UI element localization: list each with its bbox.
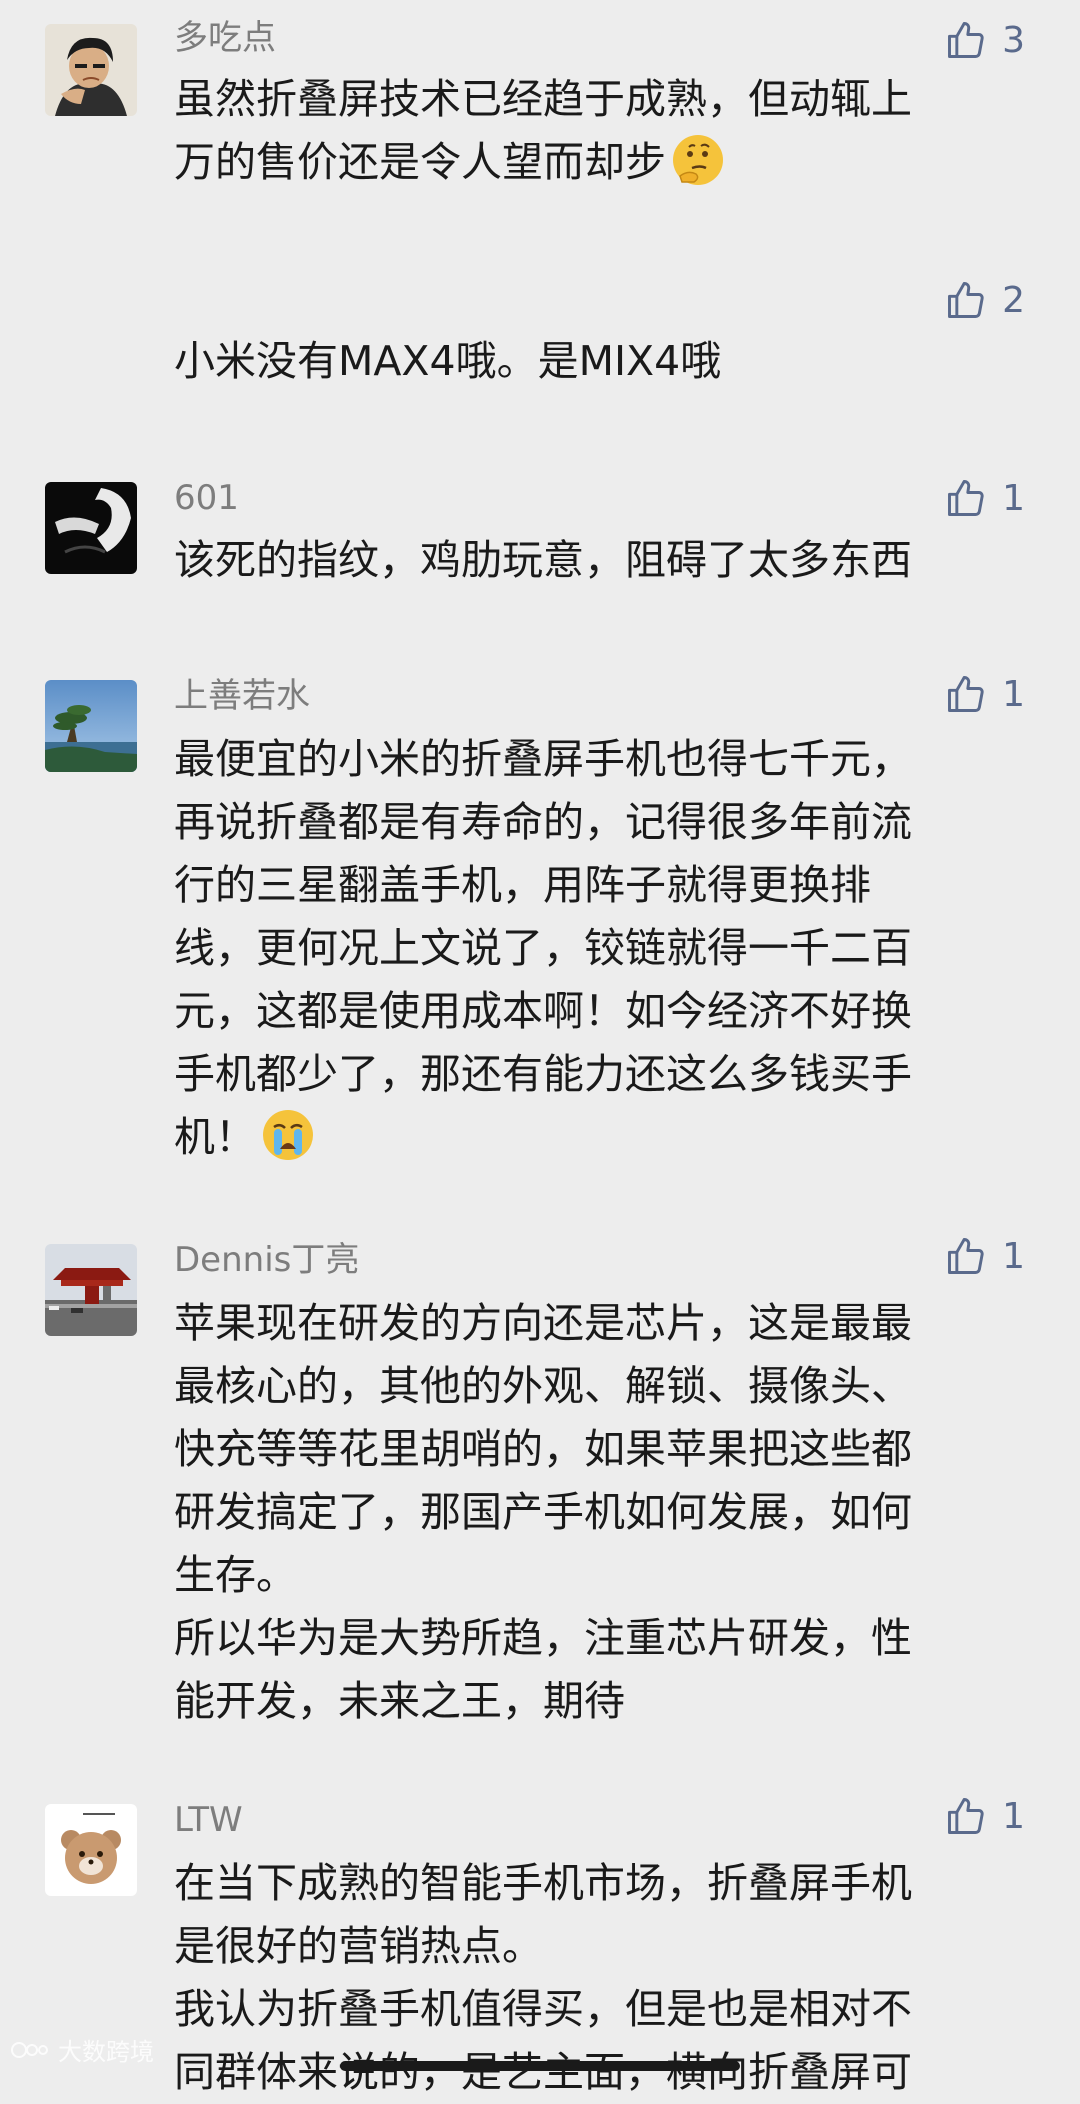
avatar[interactable] [45,1804,137,1896]
like-count: 1 [1002,673,1025,715]
like-count: 3 [1002,19,1025,61]
home-indicator[interactable] [340,2061,740,2071]
comment-username[interactable]: 601 [174,478,239,518]
avatar[interactable] [45,1244,137,1336]
like-button[interactable]: 1 [944,474,1025,522]
thumbs-up-icon [948,282,984,318]
thumbs-up-icon [948,1238,984,1274]
like-button[interactable]: 2 [944,276,1025,324]
thumbs-up-icon [948,22,984,58]
brand-logo-icon [11,2041,48,2058]
watermark-text: 大数跨境 [58,2038,154,2066]
like-button[interactable]: 1 [944,670,1025,718]
avatar[interactable] [45,24,137,116]
like-button[interactable]: 3 [944,16,1025,64]
like-count: 1 [1002,1795,1025,1837]
comment-username[interactable]: 多吃点 [174,18,276,58]
like-count: 1 [1002,1235,1025,1277]
comment-text: 最便宜的小米的折叠屏手机也得七千元， 再说折叠都是有寿命的，记得很多年前流 行的… [174,735,912,1161]
like-button[interactable]: 1 [944,1792,1025,1840]
comment-text: 虽然折叠屏技术已经趋于成熟，但动辄上 万的售价还是令人望而却步 [174,75,912,186]
thumbs-up-icon [948,480,984,516]
like-button[interactable]: 1 [944,1232,1025,1280]
watermark: 大数跨境 [10,2032,154,2067]
avatar[interactable] [45,680,137,772]
like-count: 1 [1002,477,1025,519]
comment-text: 该死的指纹，鸡肋玩意，阻碍了太多东西 [174,536,912,584]
avatar[interactable] [45,482,137,574]
comment-text: 苹果现在研发的方向还是芯片，这是最最 最核心的，其他的外观、解锁、摄像头、 快充… [174,1299,912,1725]
thumbs-up-icon [948,1798,984,1834]
comment-username[interactable]: Dennis丁亮 [174,1240,359,1280]
like-count: 2 [1002,279,1025,321]
comment-text: 小米没有MAX4哦。是MIX4哦 [174,337,722,385]
thinking-face-icon [673,135,723,185]
thumbs-up-icon [948,676,984,712]
crying-face-icon [263,1110,313,1160]
comment-username[interactable]: 上善若水 [174,676,310,716]
comment-username[interactable]: LTW [174,1800,243,1840]
